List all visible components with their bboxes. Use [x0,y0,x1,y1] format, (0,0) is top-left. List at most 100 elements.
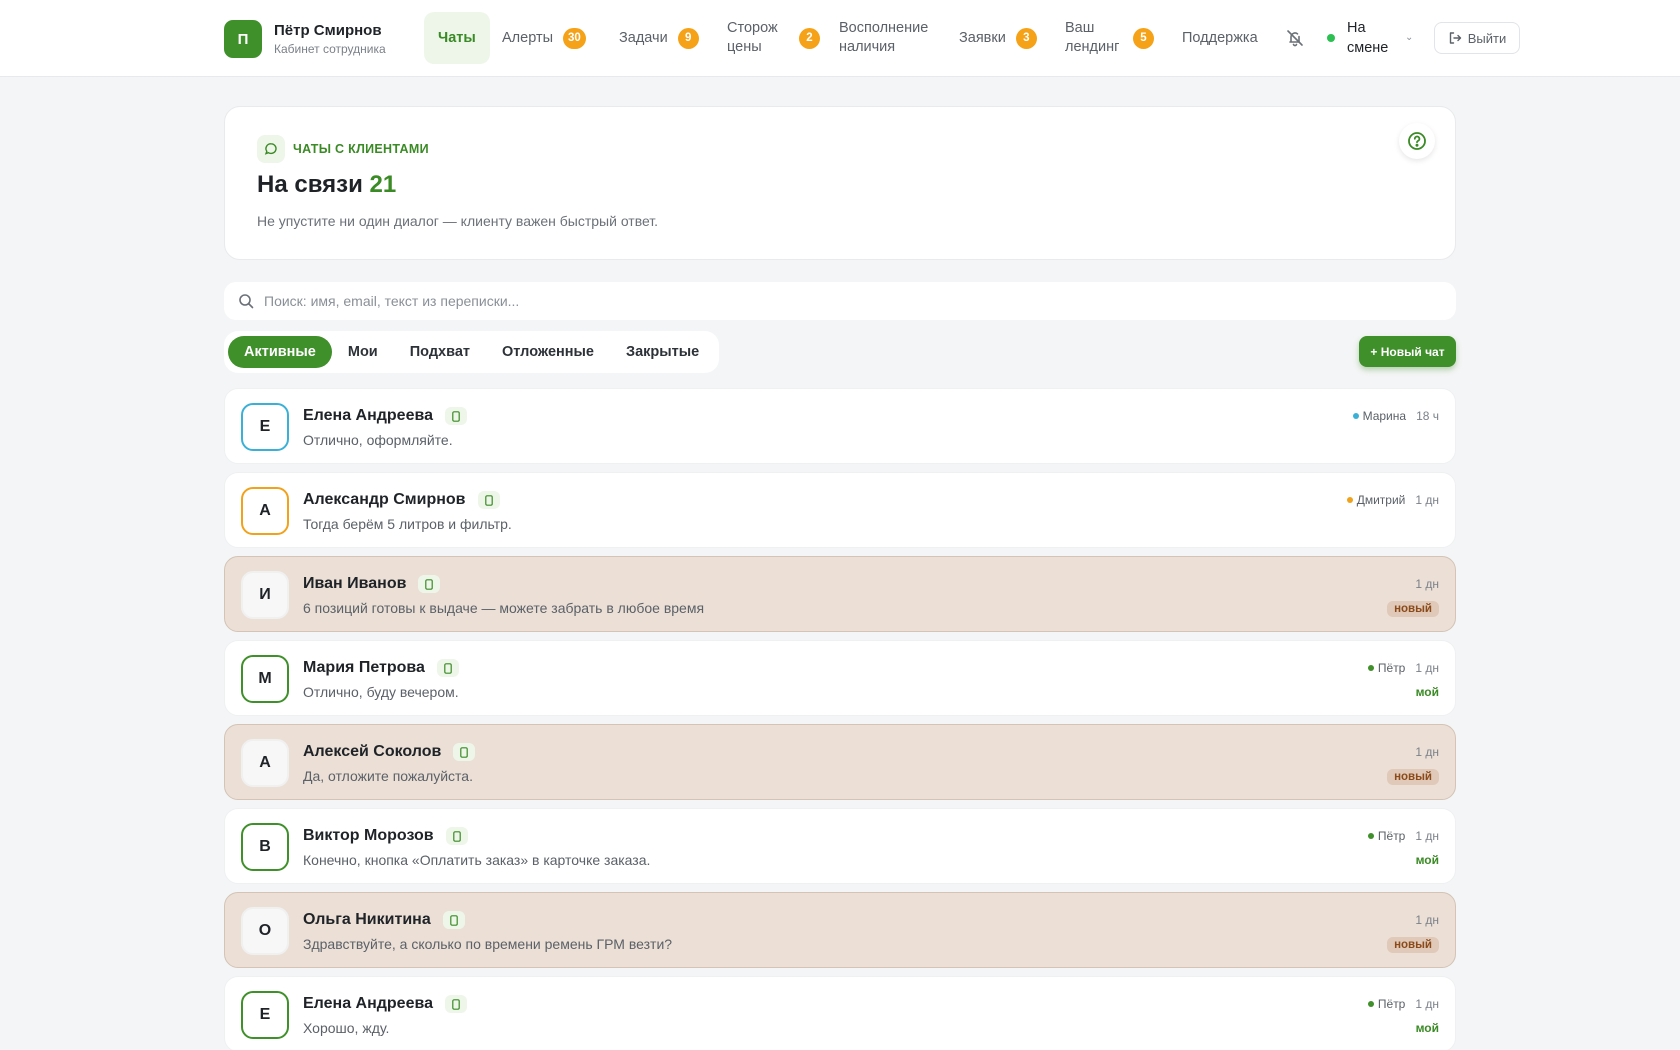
chat-client-name: Иван Иванов [303,575,407,592]
status-dot [1327,34,1335,42]
logout-icon [1449,32,1461,44]
chat-meta: Дмитрий 1 дн [1346,493,1439,507]
new-badge: новый [1387,937,1439,953]
operator-dot [1367,833,1374,839]
logout-button[interactable]: Выйти [1434,22,1520,54]
tab-closed[interactable]: Закрытые [610,336,715,368]
chat-meta: 1 дн [1415,913,1439,927]
chat-list-item[interactable]: А Алексей Соколов Да, отложите пожалуйст… [224,724,1456,800]
mine-badge: мой [1415,1021,1439,1035]
help-button[interactable] [1399,123,1435,159]
tab-deferred[interactable]: Отложенные [486,336,610,368]
search-bar[interactable] [224,282,1456,320]
chat-list-item[interactable]: Е Елена Андреева Отлично, оформляйте. Ма… [224,388,1456,464]
page-subtitle: Не упустите ни один диалог — клиенту важ… [257,213,659,229]
operator-name: Дмитрий [1356,493,1406,507]
chat-last-message: Хорошо, жду. [303,1020,390,1036]
phone-icon [442,911,465,929]
chat-time: 1 дн [1415,577,1439,591]
operator-dot [1367,665,1374,671]
avatar: И [241,571,289,619]
phone-icon [418,575,441,593]
chat-list-item[interactable]: В Виктор Морозов Конечно, кнопка «Оплати… [224,808,1456,884]
chats-header-card: ЧАТЫ С КЛИЕНТАМИ На связи 21 Не упустите… [224,106,1456,260]
page-title: На связи 21 [257,171,397,198]
chat-meta: Пётр 1 дн [1367,661,1439,675]
count-badge: 3 [1015,27,1037,49]
chat-time: 1 дн [1415,913,1439,927]
question-circle-icon [1408,132,1426,150]
chat-list-item[interactable]: М Мария Петрова Отлично, буду вечером. П… [224,640,1456,716]
chat-last-message: Отлично, оформляйте. [303,432,453,448]
operator-dot [1352,413,1359,419]
chat-client-name: Виктор Морозов [303,827,434,844]
shift-status-select[interactable]: На смене ⌄ [1327,18,1413,58]
avatar: М [241,655,289,703]
user-profile[interactable]: П Пётр Смирнов Кабинет сотрудника [224,20,386,58]
chat-time: 1 дн [1415,661,1439,675]
operator-name: Марина [1362,409,1407,423]
chat-last-message: Здравствуйте, а сколько по времени ремен… [303,936,673,952]
nav-tasks[interactable]: Задачи 9 [619,12,699,64]
chat-client-name: Ольга Никитина [303,911,431,928]
chat-list-item[interactable]: И Иван Иванов 6 позиций готовы к выдаче … [224,556,1456,632]
operator-dot [1367,1001,1374,1007]
chat-list: Е Елена Андреева Отлично, оформляйте. Ма… [224,388,1456,1050]
new-badge: новый [1387,601,1439,617]
chat-client-name: Мария Петрова [303,659,425,676]
phone-icon [445,407,467,425]
avatar: П [224,20,262,58]
chat-last-message: 6 позиций готовы к выдаче — можете забра… [303,600,705,616]
search-input[interactable] [264,293,1364,309]
avatar: О [241,907,289,955]
chat-meta: Марина 18 ч [1352,409,1439,423]
chat-client-name: Елена Андреева [303,407,433,424]
avatar: Е [241,991,289,1039]
mine-badge: мой [1415,853,1439,867]
nav-price-watch[interactable]: Сторож цены 2 [727,12,820,64]
count-badge: 2 [799,27,820,49]
chat-bubble-icon [257,135,285,163]
chat-list-item[interactable]: А Александр Смирнов Тогда берём 5 литров… [224,472,1456,548]
count-badge: 5 [1133,27,1154,49]
operator-name: Пётр [1377,829,1406,843]
phone-icon [445,995,467,1013]
nav-support[interactable]: Поддержка [1182,12,1258,64]
operator-name: Пётр [1377,661,1406,675]
chat-list-item[interactable]: Е Елена Андреева Хорошо, жду. Пётр 1 дн … [224,976,1456,1050]
chat-time: 1 дн [1415,829,1439,843]
tab-mine[interactable]: Мои [332,336,394,368]
chat-list-item[interactable]: О Ольга Никитина Здравствуйте, а сколько… [224,892,1456,968]
chat-meta: 1 дн [1415,577,1439,591]
section-chip: ЧАТЫ С КЛИЕНТАМИ [257,135,429,163]
operator-name: Пётр [1377,997,1406,1011]
nav-restock[interactable]: Восполнение наличия [839,12,935,64]
tab-active[interactable]: Активные [228,336,332,368]
operator-dot [1346,497,1353,503]
nav-requests[interactable]: Заявки 3 [959,12,1037,64]
online-count: 21 [369,171,397,198]
nav-landing[interactable]: Ваш лендинг 5 [1065,12,1154,64]
nav-chats[interactable]: Чаты [424,12,490,64]
new-chat-button[interactable]: + Новый чат [1359,336,1456,367]
chat-meta: 1 дн [1415,745,1439,759]
avatar: А [241,487,289,535]
tab-pickup[interactable]: Подхват [394,336,486,368]
avatar: Е [241,403,289,451]
nav-alerts[interactable]: Алерты 30 [502,12,586,64]
phone-icon [477,491,500,509]
bell-off-icon[interactable] [1285,28,1305,48]
chat-last-message: Отлично, буду вечером. [303,684,459,700]
chevron-down-icon: ⌄ [1405,32,1414,43]
chat-last-message: Конечно, кнопка «Оплатить заказ» в карто… [303,852,651,868]
chat-last-message: Да, отложите пожалуйста. [303,768,473,784]
count-badge: 30 [563,27,586,49]
chat-meta: Пётр 1 дн [1367,829,1439,843]
count-badge: 9 [677,27,699,49]
top-navbar: П Пётр Смирнов Кабинет сотрудника Чаты А… [0,0,1680,77]
phone-icon [453,743,476,761]
search-icon [239,294,254,309]
chat-last-message: Тогда берём 5 литров и фильтр. [303,516,512,532]
chat-time: 1 дн [1415,493,1439,507]
chat-time: 1 дн [1415,745,1439,759]
